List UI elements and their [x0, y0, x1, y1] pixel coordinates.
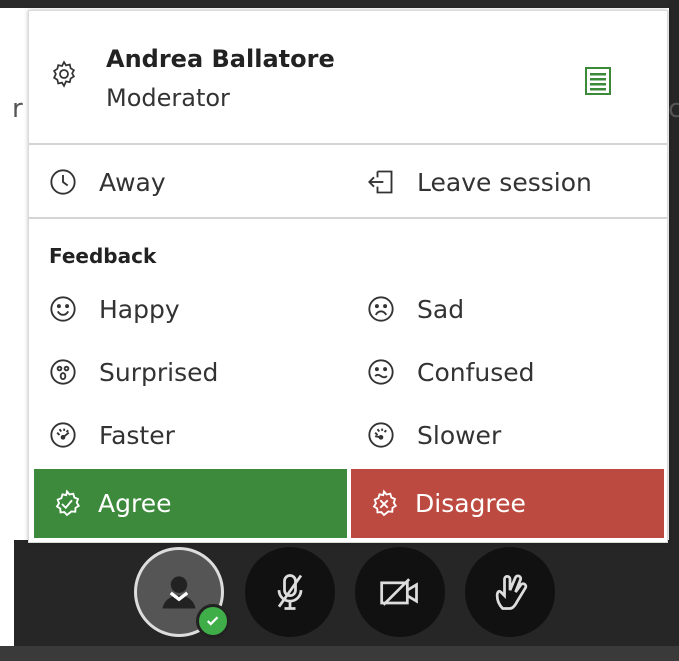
background-text-right: c [668, 94, 679, 124]
feedback-confused-label: Confused [417, 357, 535, 387]
user-avatar-icon [162, 576, 196, 609]
feedback-slower[interactable]: Slower [367, 415, 501, 455]
sad-face-icon [368, 296, 394, 322]
list-icon[interactable] [585, 67, 611, 95]
status-check-icon [196, 604, 230, 638]
top-bar [0, 0, 679, 8]
feedback-slower-label: Slower [417, 420, 502, 450]
bottom-strip [0, 646, 679, 661]
feedback-sad-label: Sad [417, 294, 465, 324]
happy-face-icon [50, 296, 76, 322]
raise-hand-button[interactable] [465, 547, 555, 637]
clock-icon [50, 169, 76, 195]
leave-session-label: Leave session [417, 167, 592, 197]
disagree-button[interactable]: Disagree [351, 469, 664, 538]
camera-toggle[interactable] [355, 547, 445, 637]
microphone-toggle[interactable] [245, 547, 335, 637]
slower-icon [368, 422, 394, 448]
raise-hand-icon [495, 574, 528, 610]
user-name: Andrea Ballatore [106, 45, 335, 73]
microphone-muted-icon [277, 574, 303, 610]
feedback-happy-label: Happy [99, 294, 180, 324]
feedback-confused[interactable]: Confused [367, 352, 535, 392]
surprised-face-icon [50, 359, 76, 385]
my-status-menu: Andrea Ballatore Moderator Away Leave se… [28, 10, 668, 543]
camera-off-icon [380, 578, 418, 606]
feedback-faster[interactable]: Faster [49, 415, 175, 455]
leave-session-button[interactable]: Leave session [367, 162, 592, 202]
feedback-sad[interactable]: Sad [367, 289, 464, 329]
exit-icon [368, 170, 393, 194]
confused-face-icon [368, 359, 394, 385]
feedback-happy[interactable]: Happy [49, 289, 180, 329]
agree-label: Agree [98, 489, 172, 518]
control-bar [14, 540, 669, 661]
gear-icon[interactable] [49, 59, 79, 89]
user-header: Andrea Ballatore Moderator [29, 11, 667, 145]
agree-button[interactable]: Agree [34, 469, 347, 538]
background-text-left: r [12, 94, 23, 124]
feedback-faster-label: Faster [99, 420, 175, 450]
away-button[interactable]: Away [49, 162, 166, 202]
session-actions: Away Leave session [29, 145, 667, 219]
feedback-surprised-label: Surprised [99, 357, 219, 387]
disagree-label: Disagree [415, 489, 526, 518]
away-label: Away [99, 167, 166, 197]
feedback-heading: Feedback [49, 244, 157, 268]
feedback-surprised[interactable]: Surprised [49, 352, 218, 392]
user-role: Moderator [106, 84, 230, 112]
disagree-x-icon [372, 488, 398, 516]
faster-icon [50, 422, 76, 448]
agree-check-icon [55, 488, 81, 516]
